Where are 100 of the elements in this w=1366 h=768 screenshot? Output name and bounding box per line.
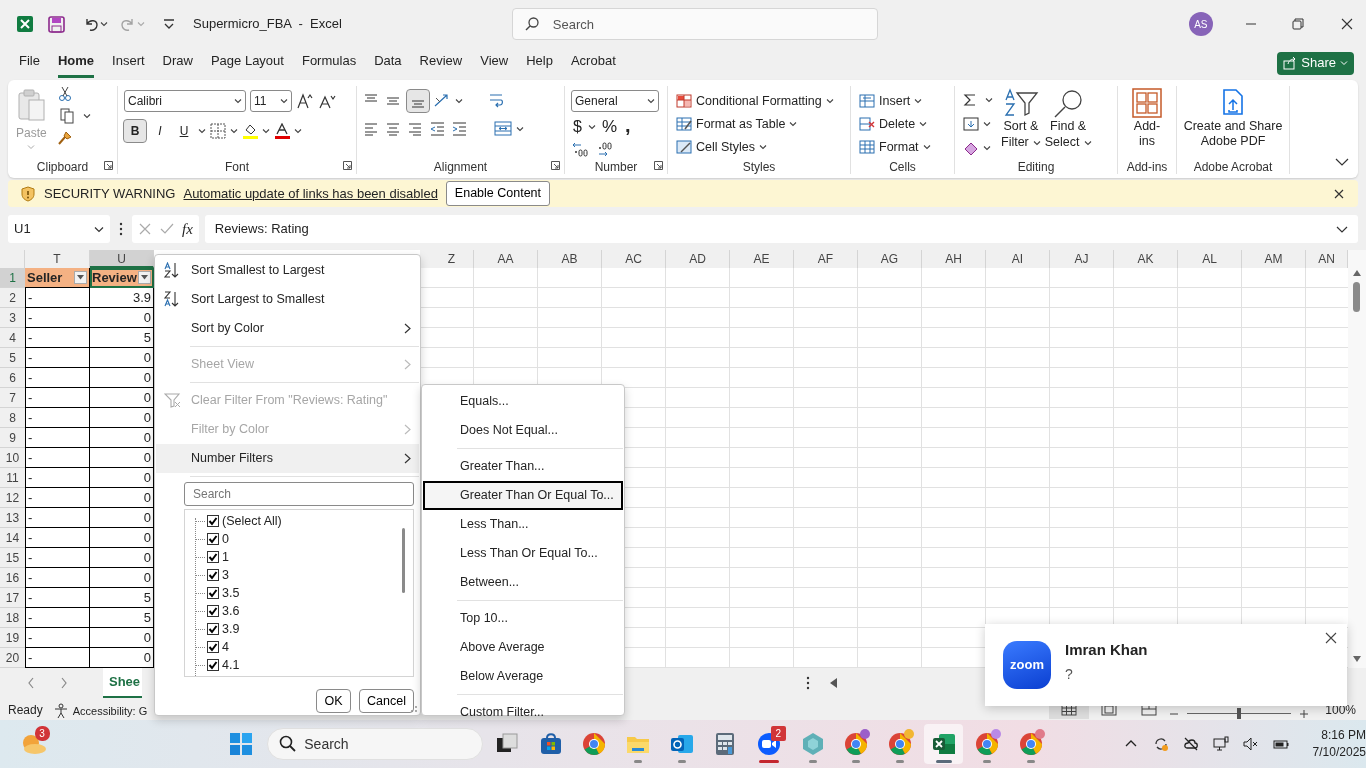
caret-icon[interactable] (825, 98, 834, 105)
column-header[interactable]: AG (858, 250, 922, 268)
row-header[interactable]: 2 (0, 288, 25, 308)
row-header[interactable]: 13 (0, 508, 25, 528)
ribbon-tab[interactable]: Home (57, 48, 95, 78)
filter-dropdown-button[interactable] (74, 271, 87, 284)
conditional-formatting-button[interactable]: Conditional Formatting (674, 90, 836, 113)
more-options-icon[interactable] (118, 221, 124, 237)
clock[interactable]: 8:16 PM 7/10/2025 (1312, 727, 1366, 761)
row-header[interactable]: 14 (0, 528, 25, 548)
close-icon[interactable] (1325, 632, 1337, 644)
caret-icon[interactable] (262, 128, 270, 134)
list-scrollbar[interactable] (402, 528, 405, 593)
row-header[interactable]: 19 (0, 628, 25, 648)
menu-item[interactable]: Custom Filter... (423, 698, 623, 727)
scroll-down-icon[interactable] (1353, 656, 1361, 662)
menu-item[interactable]: Does Not Equal... (423, 416, 623, 445)
row-header[interactable]: 6 (0, 368, 25, 388)
menu-item[interactable]: Sort Largest to Smallest (156, 285, 419, 314)
column-header[interactable]: AM (1242, 250, 1306, 268)
delete-cells-button[interactable]: Delete (857, 112, 933, 136)
menu-item[interactable]: Less Than... (423, 510, 623, 539)
checkbox-label[interactable]: (Select All) (222, 511, 282, 531)
caret-icon[interactable] (919, 121, 928, 128)
sheet-tab[interactable]: Shee (103, 668, 143, 698)
column-header[interactable]: AN (1306, 250, 1348, 268)
dialog-launcher-icon[interactable] (654, 161, 663, 170)
caret-icon[interactable] (455, 98, 463, 104)
ribbon-tab[interactable]: Insert (112, 48, 145, 78)
ribbon-tab[interactable]: File (19, 48, 40, 78)
column-header[interactable]: AC (602, 250, 666, 268)
row-header[interactable]: 15 (0, 548, 25, 568)
cell-styles-button[interactable]: Cell Styles (674, 135, 836, 159)
cloud-offline-icon[interactable] (1182, 736, 1199, 752)
font-color-icon[interactable] (274, 123, 290, 139)
row-header[interactable]: 9 (0, 428, 25, 448)
cut-icon[interactable] (56, 86, 73, 102)
caret-icon[interactable] (647, 98, 655, 104)
find-select-button[interactable]: Find & Select (1042, 86, 1094, 158)
menu-item[interactable]: Number Filters (156, 444, 419, 473)
checkbox[interactable] (207, 551, 219, 563)
increase-indent-icon[interactable] (451, 120, 469, 138)
caret-icon[interactable] (759, 143, 768, 150)
checkbox-label[interactable]: 0 (222, 529, 229, 549)
checkbox-label[interactable]: 1 (222, 547, 229, 567)
wrap-text-icon[interactable] (488, 92, 506, 110)
checkbox-label[interactable]: 3.5 (222, 583, 240, 603)
checkbox[interactable] (207, 569, 219, 581)
create-pdf-button[interactable]: Create and Share Adobe PDF (1176, 86, 1290, 158)
row-header[interactable]: 18 (0, 608, 25, 628)
caret-icon[interactable] (1032, 139, 1041, 146)
scroll-left-icon[interactable] (830, 678, 838, 688)
checkbox[interactable] (207, 623, 219, 635)
menu-item[interactable]: Above Average (423, 633, 623, 662)
insert-function-button[interactable]: fx (182, 217, 193, 241)
checkbox-label[interactable]: 4 (222, 637, 229, 657)
caret-icon[interactable] (914, 98, 923, 105)
decrease-font-size-icon[interactable] (318, 93, 336, 109)
caret-icon[interactable] (100, 21, 108, 27)
scroll-thumb[interactable] (1353, 282, 1360, 312)
column-header[interactable]: U (90, 250, 154, 268)
caret-icon[interactable] (789, 121, 798, 128)
currency-button[interactable]: $ (571, 112, 584, 141)
caret-icon[interactable] (198, 128, 206, 134)
sort-filter-button[interactable]: Sort & Filter (999, 86, 1043, 158)
row-header[interactable]: 1 (0, 268, 25, 288)
caret-icon[interactable] (587, 123, 596, 130)
checkbox[interactable] (207, 605, 219, 617)
format-as-table-button[interactable]: Format as Table (674, 112, 836, 136)
caret-icon[interactable] (922, 143, 931, 150)
dialog-launcher-icon[interactable] (343, 161, 352, 170)
bold-button[interactable]: B (124, 120, 146, 142)
caret-icon[interactable] (280, 98, 288, 104)
share-button[interactable]: Share (1277, 51, 1354, 75)
enable-content-button[interactable]: Enable Content (445, 181, 551, 206)
dialog-launcher-icon[interactable] (104, 161, 113, 170)
column-header[interactable]: AA (474, 250, 538, 268)
ribbon-tab[interactable]: Draw (162, 48, 193, 78)
column-header[interactable]: AE (730, 250, 794, 268)
decrease-indent-icon[interactable] (429, 120, 447, 138)
checkbox[interactable] (207, 587, 219, 599)
checkbox[interactable] (207, 515, 219, 527)
checkbox[interactable] (207, 641, 219, 653)
video-app-taskbar-button[interactable]: 2 (749, 724, 789, 764)
caret-icon[interactable] (983, 121, 991, 127)
column-header[interactable]: AH (922, 250, 986, 268)
excel-taskbar-button[interactable] (923, 724, 964, 764)
percent-button[interactable]: % (599, 112, 620, 142)
caret-icon[interactable] (82, 113, 91, 119)
ribbon-tab[interactable]: Acrobat (570, 48, 616, 78)
menu-item[interactable]: Top 10... (423, 604, 623, 633)
user-avatar[interactable]: AS (1188, 12, 1213, 36)
taskbar-search-field[interactable]: Search (267, 728, 484, 760)
row-header[interactable]: 10 (0, 448, 25, 468)
borders-icon[interactable] (210, 123, 226, 139)
format-cells-button[interactable]: Format (857, 135, 933, 159)
row-header[interactable]: 3 (0, 308, 25, 328)
column-header[interactable]: AK (1114, 250, 1178, 268)
italic-button[interactable]: I (150, 120, 170, 142)
caret-icon[interactable] (516, 126, 524, 132)
